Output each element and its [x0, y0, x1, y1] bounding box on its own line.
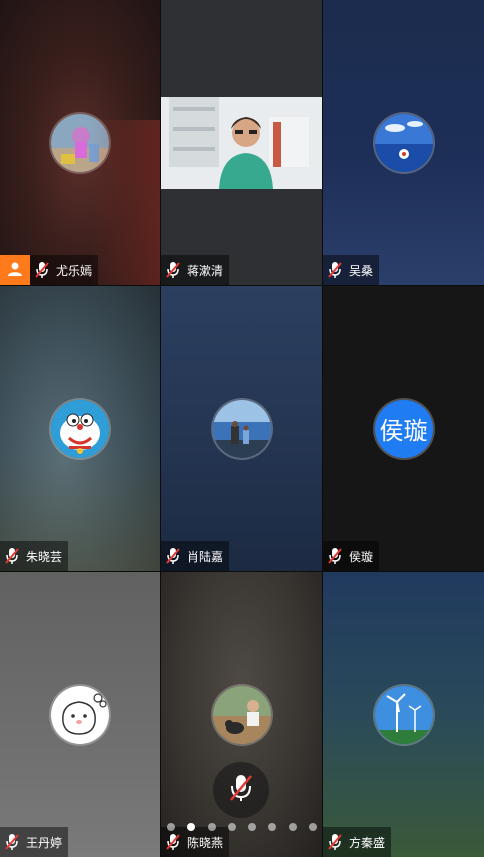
mic-muted-icon	[0, 827, 24, 857]
avatar	[51, 113, 109, 172]
mic-muted-icon	[0, 541, 24, 571]
participant-tile[interactable]: 蒋漱清	[161, 0, 322, 285]
page-dot[interactable]	[288, 823, 297, 831]
page-indicator[interactable]	[167, 822, 317, 832]
participant-tile[interactable]: 肖陆嘉	[161, 286, 322, 571]
participant-tile[interactable]: 尤乐嫣	[0, 0, 160, 285]
video-grid: 尤乐嫣 蒋漱清 吴桑 朱晓芸 肖陆嘉 侯璇 侯璇 王丹婷 陈晓燕 方秦盛	[0, 0, 484, 857]
participant-nameplate: 方秦盛	[323, 827, 392, 857]
participant-nameplate: 吴桑	[323, 255, 380, 285]
page-dot[interactable]	[227, 823, 236, 831]
avatar	[51, 399, 109, 458]
participant-name: 尤乐嫣	[56, 263, 93, 278]
participant-name: 肖陆嘉	[187, 549, 224, 564]
participant-name: 朱晓芸	[26, 549, 63, 564]
participant-tile[interactable]: 王丹婷	[0, 572, 160, 857]
page-dot[interactable]	[207, 823, 216, 831]
initial-avatar: 侯璇	[374, 399, 433, 458]
toggle-mic-button[interactable]	[213, 762, 269, 818]
person-icon	[6, 260, 24, 281]
page-dot-active[interactable]	[187, 823, 196, 831]
mic-muted-icon	[228, 773, 254, 807]
mic-muted-icon	[30, 255, 54, 285]
page-dot[interactable]	[268, 823, 277, 831]
page-dot[interactable]	[167, 823, 175, 831]
participant-tile[interactable]: 方秦盛	[323, 572, 484, 857]
page-dot[interactable]	[248, 823, 257, 831]
mic-muted-icon	[161, 541, 185, 571]
avatar	[374, 113, 433, 172]
mic-muted-icon	[161, 255, 185, 285]
participant-nameplate: 侯璇	[323, 541, 380, 571]
participant-tile[interactable]: 吴桑	[323, 0, 484, 285]
avatar	[374, 685, 433, 744]
avatar	[51, 685, 109, 744]
participant-nameplate: 朱晓芸	[0, 541, 69, 571]
avatar	[212, 399, 271, 458]
participant-tile[interactable]: 朱晓芸	[0, 286, 160, 571]
participant-name: 侯璇	[349, 549, 374, 564]
mic-muted-icon	[323, 541, 347, 571]
participant-nameplate: 王丹婷	[0, 827, 69, 857]
participant-nameplate: 蒋漱清	[161, 255, 230, 285]
participant-name: 方秦盛	[349, 835, 386, 850]
page-dot[interactable]	[308, 823, 317, 831]
mic-muted-icon	[323, 255, 347, 285]
participant-nameplate: 尤乐嫣	[0, 255, 99, 285]
participant-name: 蒋漱清	[187, 263, 224, 278]
participant-nameplate: 肖陆嘉	[161, 541, 230, 571]
host-badge	[0, 255, 30, 285]
participant-name: 陈晓燕	[187, 835, 224, 850]
participant-tile[interactable]: 侯璇 侯璇	[323, 286, 484, 571]
avatar	[212, 685, 271, 744]
video-feed	[161, 97, 322, 189]
participant-name: 王丹婷	[26, 835, 63, 850]
participant-name: 吴桑	[349, 263, 374, 278]
mic-muted-icon	[323, 827, 347, 857]
